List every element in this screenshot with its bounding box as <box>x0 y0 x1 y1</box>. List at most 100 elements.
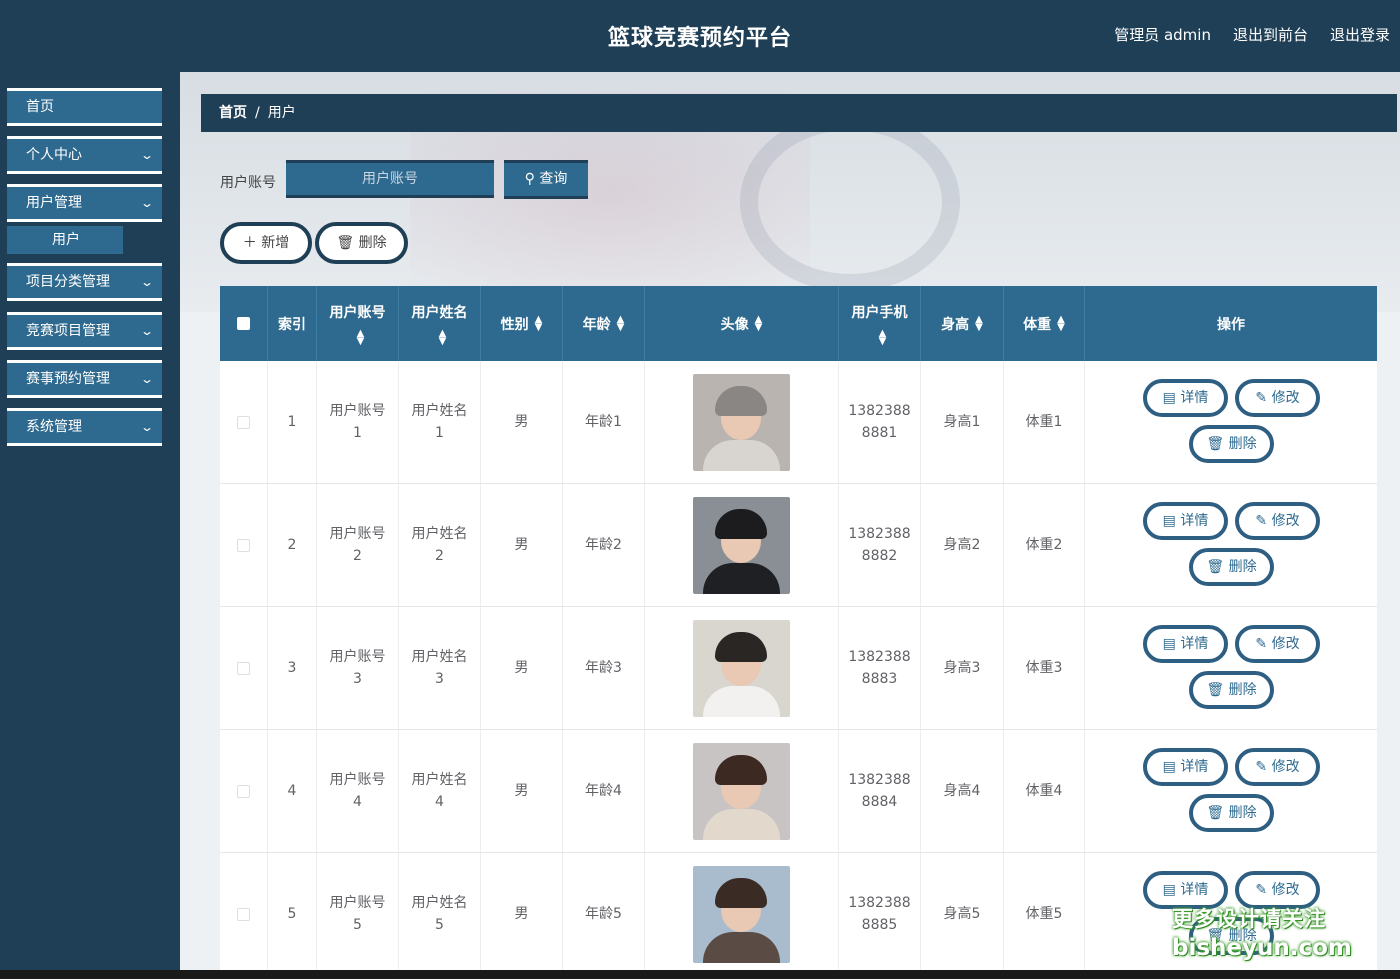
cell-height: 身高2 <box>921 484 1004 606</box>
header-weight[interactable]: 体重 ▲ ▼ <box>1004 286 1085 361</box>
search-button[interactable]: ⚲ 查询 <box>504 160 588 199</box>
bottom-scrollbar[interactable] <box>0 970 1400 979</box>
row-checkbox[interactable] <box>237 415 250 429</box>
sidebar-item-user-management[interactable]: 用户管理 ⌄ <box>7 184 162 222</box>
cell-weight: 体重5 <box>1004 853 1085 972</box>
chevron-down-icon: ⌄ <box>139 196 155 210</box>
search-label: 用户账号 <box>220 175 276 191</box>
avatar-car-selfie-boy[interactable] <box>693 619 790 717</box>
edit-button[interactable]: ✎ 修改 <box>1235 748 1320 786</box>
table-header: 索引 用户账号 ▲ ▼ 用户姓名 ▲ ▼ 性别 ▲ ▼ 年龄 ▲ ▼ 头像 ▲ ▼ 用户手机 ▲ ▼ 身… <box>220 286 1377 361</box>
sort-icon[interactable]: ▲ ▼ <box>879 328 887 346</box>
cell-index: 3 <box>268 607 317 729</box>
row-select-cell[interactable] <box>220 730 268 852</box>
cell-age: 年龄3 <box>563 607 645 729</box>
cell-name: 用户姓名 3 <box>399 607 481 729</box>
cell-avatar <box>645 730 839 852</box>
header-select-all[interactable] <box>220 286 268 361</box>
table-row: 2 用户账号 2 用户姓名 2 男年龄2 1382388 8882 身高2 体重2 ▤ 详情 ✎ 修改… <box>220 484 1377 607</box>
logout-link[interactable]: 退出登录 <box>1330 24 1390 45</box>
header-phone[interactable]: 用户手机 ▲ ▼ <box>839 286 921 361</box>
row-select-cell[interactable] <box>220 361 268 483</box>
detail-button[interactable]: ▤ 详情 <box>1143 748 1228 786</box>
sidebar-item-label: 首页 <box>26 99 54 115</box>
sidebar-item-competition-management[interactable]: 竞赛项目管理 ⌄ <box>7 312 162 350</box>
header-name[interactable]: 用户姓名 ▲ ▼ <box>399 286 481 361</box>
cell-account: 用户账号 5 <box>317 853 399 972</box>
row-checkbox[interactable] <box>237 784 250 798</box>
detail-button[interactable]: ▤ 详情 <box>1143 625 1228 663</box>
pencil-icon: ✎ <box>1255 390 1268 406</box>
header-avatar[interactable]: 头像 ▲ ▼ <box>645 286 839 361</box>
detail-button[interactable]: ▤ 详情 <box>1143 379 1228 417</box>
chevron-down-icon: ⌄ <box>139 372 155 386</box>
plus-icon: ＋ <box>242 235 257 251</box>
sort-icon[interactable]: ▲ ▼ <box>755 314 763 332</box>
delete-button[interactable]: 🗑 删除 <box>1189 425 1274 463</box>
detail-button[interactable]: ▤ 详情 <box>1143 502 1228 540</box>
sidebar-item-system-management[interactable]: 系统管理 ⌄ <box>7 408 162 446</box>
edit-button[interactable]: ✎ 修改 <box>1235 625 1320 663</box>
cell-index: 4 <box>268 730 317 852</box>
pencil-icon: ✎ <box>1255 882 1268 898</box>
edit-button[interactable]: ✎ 修改 <box>1235 502 1320 540</box>
cell-age: 年龄1 <box>563 361 645 483</box>
trash-icon: 🗑 <box>1206 682 1225 698</box>
header-links: 管理员 admin 退出到前台 退出登录 <box>1114 24 1390 45</box>
sort-icon[interactable]: ▲ ▼ <box>357 328 365 346</box>
cell-actions: ▤ 详情 ✎ 修改 🗑 删除 <box>1085 730 1377 852</box>
cell-gender: 男 <box>481 361 563 483</box>
row-select-cell[interactable] <box>220 853 268 972</box>
sidebar-item-personal-center[interactable]: 个人中心 ⌄ <box>7 136 162 174</box>
cell-account: 用户账号 1 <box>317 361 399 483</box>
header-age[interactable]: 年龄 ▲ ▼ <box>563 286 645 361</box>
cell-weight: 体重1 <box>1004 361 1085 483</box>
delete-button[interactable]: 🗑 删除 <box>1189 794 1274 832</box>
header-height[interactable]: 身高 ▲ ▼ <box>921 286 1004 361</box>
cell-actions: ▤ 详情 ✎ 修改 🗑 删除 <box>1085 607 1377 729</box>
sort-icon[interactable]: ▲ ▼ <box>535 314 543 332</box>
select-all-checkbox[interactable] <box>237 317 250 330</box>
cell-name: 用户姓名 4 <box>399 730 481 852</box>
row-checkbox[interactable] <box>237 538 250 552</box>
sidebar-item-label: 竞赛项目管理 <box>26 323 110 339</box>
document-icon: ▤ <box>1162 390 1176 406</box>
sort-icon[interactable]: ▲ ▼ <box>617 314 625 332</box>
breadcrumb-separator: / <box>255 105 260 121</box>
sort-icon[interactable]: ▲ ▼ <box>439 328 447 346</box>
header-gender[interactable]: 性别 ▲ ▼ <box>481 286 563 361</box>
sidebar-item-home[interactable]: 首页 <box>7 88 162 126</box>
search-input[interactable] <box>286 160 494 198</box>
row-select-cell[interactable] <box>220 484 268 606</box>
batch-delete-button[interactable]: 🗑 删除 <box>315 222 408 264</box>
row-checkbox[interactable] <box>237 661 250 675</box>
sidebar-item-booking-management[interactable]: 赛事预约管理 ⌄ <box>7 360 162 398</box>
sort-icon[interactable]: ▲ ▼ <box>1057 314 1065 332</box>
top-header: 篮球竞赛预约平台 管理员 admin 退出到前台 退出登录 <box>0 0 1400 72</box>
exit-to-front-link[interactable]: 退出到前台 <box>1233 24 1308 45</box>
main-content: 首页 / 用户 用户账号 ⚲ 查询 ＋ 新增 🗑 删除 索引 用户账号▲▼ 用户姓名… <box>180 72 1400 972</box>
pencil-icon: ✎ <box>1255 759 1268 775</box>
sidebar-item-category-management[interactable]: 项目分类管理 ⌄ <box>7 263 162 301</box>
edit-button[interactable]: ✎ 修改 <box>1235 379 1320 417</box>
sort-icon[interactable]: ▲ ▼ <box>975 314 983 332</box>
breadcrumb-home[interactable]: 首页 <box>219 105 247 121</box>
avatar-seaside-girl[interactable] <box>693 865 790 963</box>
add-button[interactable]: ＋ 新增 <box>220 222 312 264</box>
chevron-down-icon: ⌄ <box>139 324 155 338</box>
delete-button[interactable]: 🗑 删除 <box>1189 671 1274 709</box>
row-checkbox[interactable] <box>237 907 250 921</box>
avatar-dark-hair-boy[interactable] <box>693 496 790 594</box>
cell-gender: 男 <box>481 484 563 606</box>
row-select-cell[interactable] <box>220 607 268 729</box>
header-index: 索引 <box>268 286 317 361</box>
trash-icon: 🗑 <box>336 235 355 251</box>
chevron-down-icon: ⌄ <box>139 420 155 434</box>
header-account[interactable]: 用户账号 ▲ ▼ <box>317 286 399 361</box>
avatar-long-hair-girl[interactable] <box>693 742 790 840</box>
sidebar-subitem-user[interactable]: 用户 <box>7 226 123 254</box>
watermark-line2: bisheyun.com <box>1172 935 1352 961</box>
trash-icon: 🗑 <box>1206 436 1225 452</box>
avatar-hooded-boy[interactable] <box>693 373 790 471</box>
delete-button[interactable]: 🗑 删除 <box>1189 548 1274 586</box>
